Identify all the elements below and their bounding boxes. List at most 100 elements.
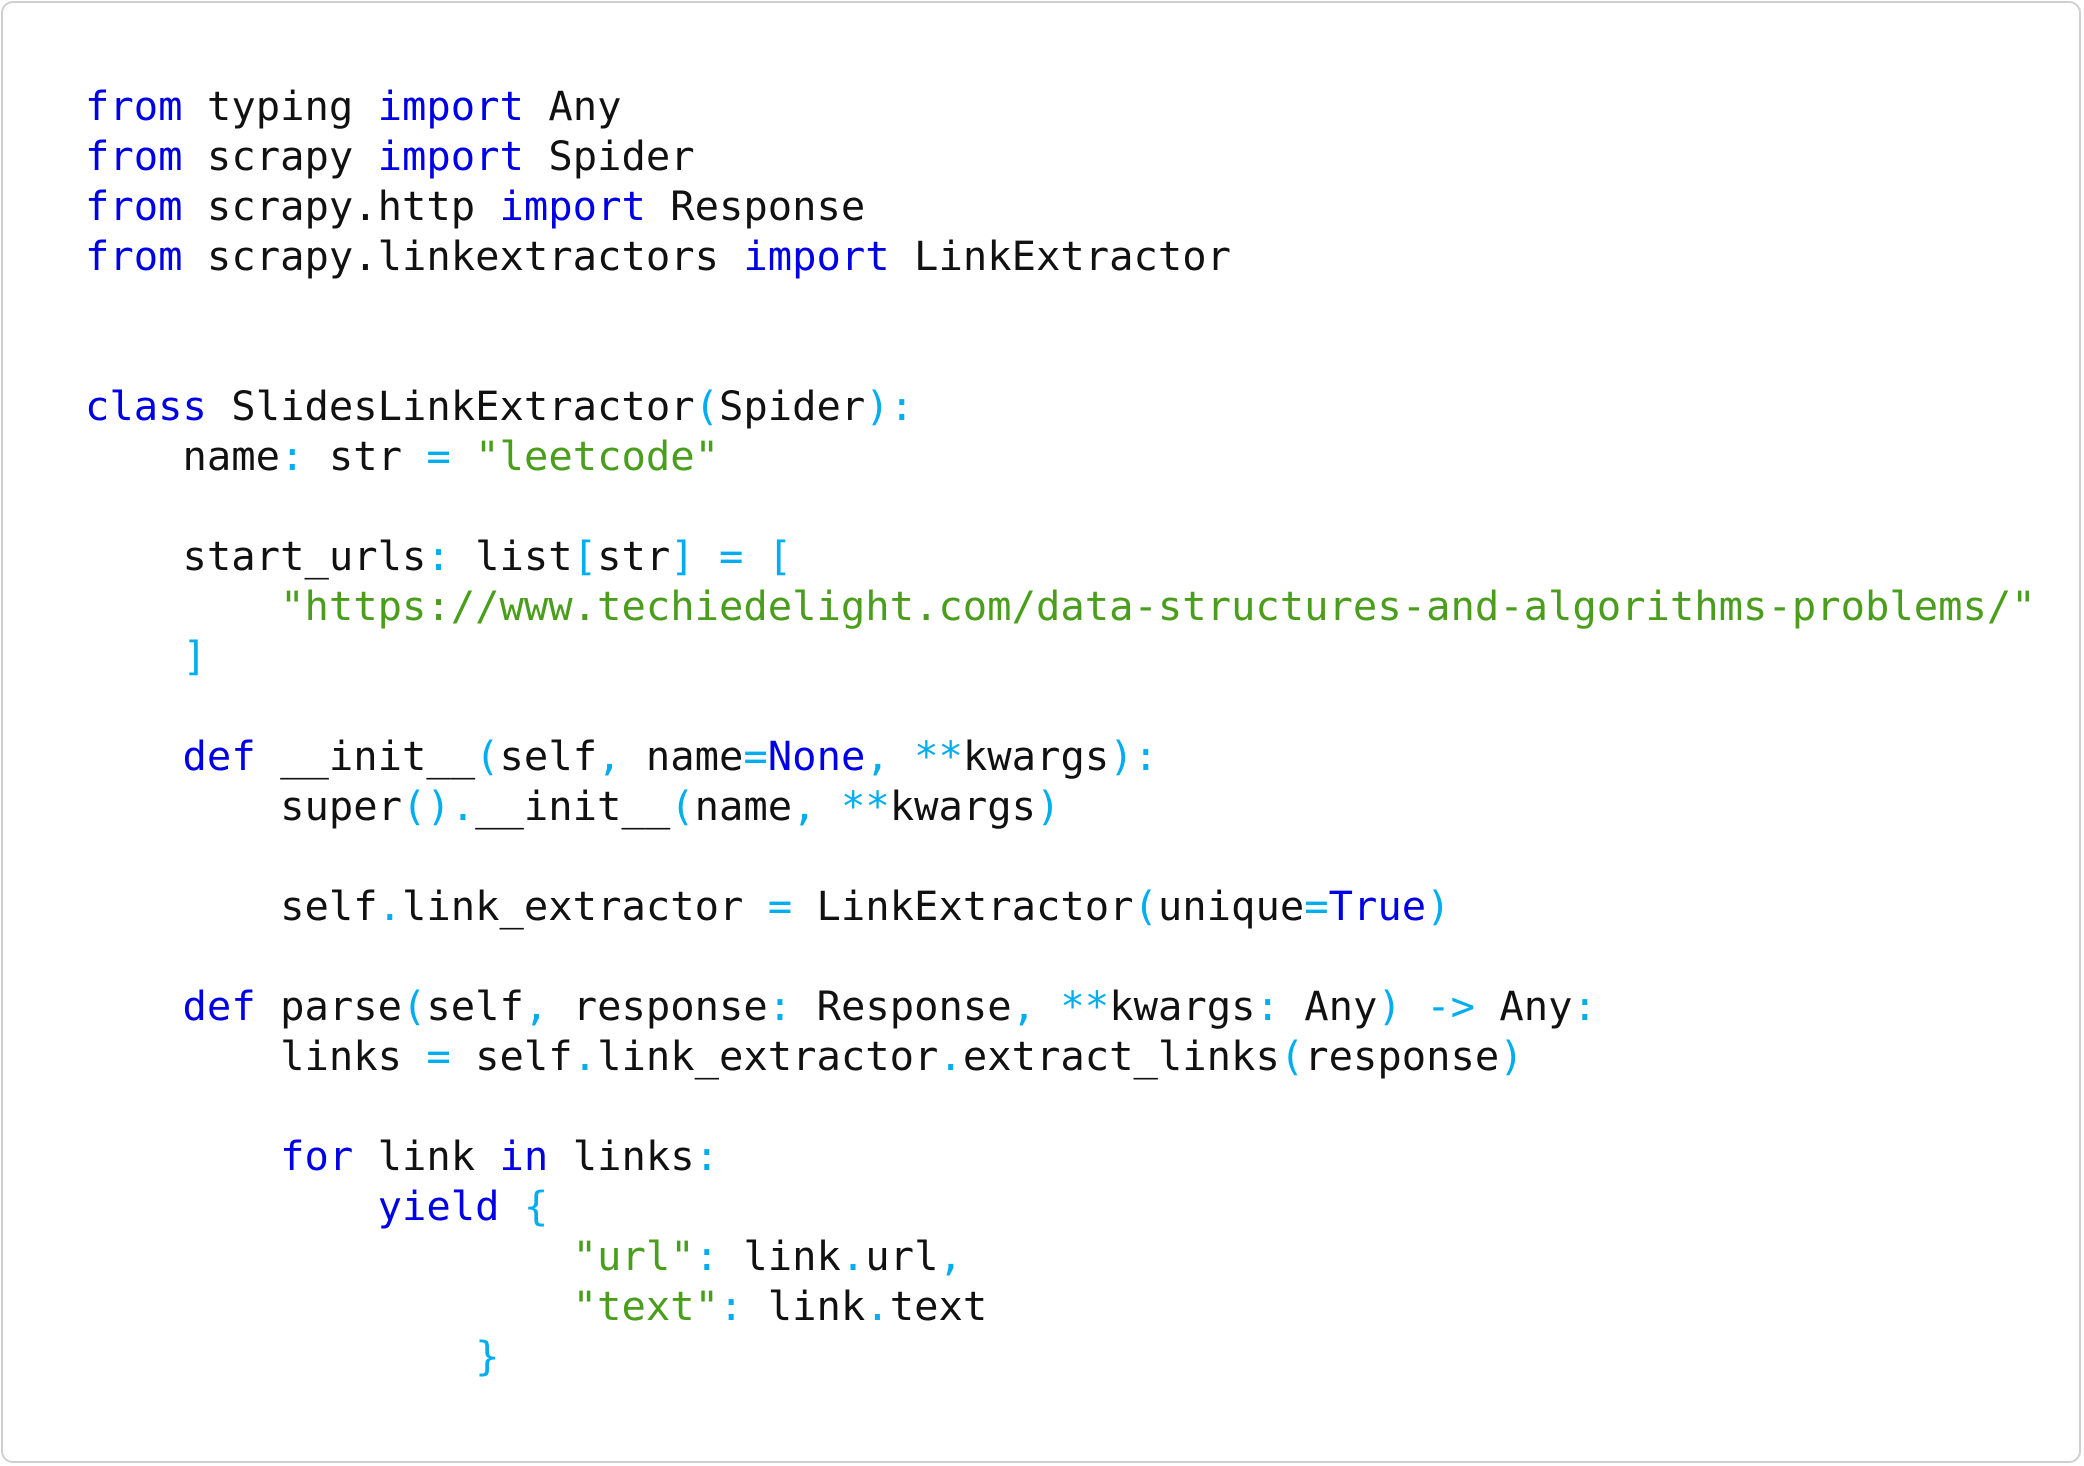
code-token: def xyxy=(182,982,256,1030)
code-line: start_urls: list[str] = [ xyxy=(85,531,2036,581)
code-line: ​ xyxy=(85,681,2036,731)
code-token: ): xyxy=(1109,732,1158,780)
code-token: list xyxy=(450,532,573,580)
code-token: url xyxy=(865,1232,939,1280)
code-token: yield xyxy=(377,1182,500,1230)
code-token: ): xyxy=(865,382,915,430)
code-token: scrapy.http xyxy=(182,182,500,230)
code-token: . xyxy=(865,1282,890,1330)
code-token: ** xyxy=(1060,982,1110,1030)
code-line: class SlidesLinkExtractor(Spider): xyxy=(85,381,2036,431)
code-token: Any xyxy=(1475,982,1573,1030)
code-line: ​ xyxy=(85,331,2036,381)
code-token: = xyxy=(426,1032,451,1080)
code-token: from xyxy=(85,132,183,180)
code-token: { xyxy=(523,1182,549,1230)
code-line: name: str = "leetcode" xyxy=(85,431,2036,481)
code-token: SlidesLinkExtractor xyxy=(206,382,695,430)
code-token: links xyxy=(85,1032,427,1080)
code-token: __init__ xyxy=(255,732,476,780)
code-line: links = self.link_extractor.extract_link… xyxy=(85,1031,2036,1081)
code-token: : xyxy=(718,1282,744,1330)
code-token: scrapy.linkextractors xyxy=(182,232,744,280)
code-token: : xyxy=(694,1232,719,1280)
code-line: super().__init__(name, **kwargs) xyxy=(85,781,2036,831)
code-line: "text": link.text xyxy=(85,1281,2036,1331)
code-token: from xyxy=(85,182,183,230)
code-token: def xyxy=(182,732,256,780)
code-line: ] xyxy=(85,631,2036,681)
code-line: ​ xyxy=(85,281,2036,331)
code-token: kwargs xyxy=(962,732,1110,780)
code-token: "https://www.techiedelight.com/data-stru… xyxy=(280,582,2036,630)
code-token: self xyxy=(85,882,378,930)
code-line: from typing import Any xyxy=(85,81,2036,131)
code-token: . xyxy=(938,1032,963,1080)
code-token: import xyxy=(499,182,646,230)
code-token: Spider xyxy=(523,132,695,180)
code-token: ) xyxy=(1426,882,1451,930)
code-token: , xyxy=(597,732,622,780)
code-token: "leetcode" xyxy=(475,432,720,480)
code-line: from scrapy import Spider xyxy=(85,131,2036,181)
code-token: parse xyxy=(255,982,403,1030)
code-line: self.link_extractor = LinkExtractor(uniq… xyxy=(85,881,2036,931)
code-line: ​ xyxy=(85,1081,2036,1131)
code-token: link_extractor xyxy=(402,882,768,930)
code-token: = xyxy=(426,432,451,480)
code-token: import xyxy=(743,232,890,280)
code-token: = xyxy=(767,882,793,930)
code-line: "https://www.techiedelight.com/data-stru… xyxy=(85,581,2036,631)
code-line: from scrapy.linkextractors import LinkEx… xyxy=(85,231,2036,281)
code-token: ** xyxy=(914,732,963,780)
code-line: yield { xyxy=(85,1181,2036,1231)
code-token: kwargs xyxy=(889,782,1037,830)
code-token: unique xyxy=(1157,882,1305,930)
code-token: class xyxy=(85,382,207,430)
code-line: ​ xyxy=(85,931,2036,981)
code-card: from typing import Any from scrapy import… xyxy=(1,1,2081,1463)
code-token: [ xyxy=(767,532,793,580)
code-token: Any xyxy=(1279,982,1378,1030)
code-line: ​ xyxy=(85,831,2036,881)
code-token: self xyxy=(426,982,524,1030)
code-token: in xyxy=(499,1132,549,1180)
code-token: ( xyxy=(694,382,719,430)
code-token: , xyxy=(1011,982,1037,1030)
code-token: text xyxy=(889,1282,988,1330)
code-token: ) xyxy=(1499,1032,1524,1080)
code-line: ​ xyxy=(85,481,2036,531)
code-token: link_extractor xyxy=(597,1032,939,1080)
code-token: typing xyxy=(182,82,378,130)
code-token: ( xyxy=(402,982,427,1030)
code-token: str xyxy=(304,432,427,480)
code-token: response xyxy=(548,982,768,1030)
code-token: , xyxy=(938,1232,963,1280)
code-token: import xyxy=(377,132,524,180)
code-token: ] xyxy=(670,532,695,580)
code-token: Spider xyxy=(718,382,866,430)
code-token: . xyxy=(377,882,402,930)
code-line: "url": link.url, xyxy=(85,1231,2036,1281)
code-token: LinkExtractor xyxy=(792,882,1134,930)
code-token: ] xyxy=(182,632,207,680)
code-token: , xyxy=(523,982,549,1030)
code-token: = xyxy=(743,732,768,780)
code-token: : xyxy=(767,982,793,1030)
code-token: extract_links xyxy=(962,1032,1280,1080)
code-token: link xyxy=(743,1282,866,1330)
code-token: links xyxy=(548,1132,695,1180)
code-token: ** xyxy=(840,782,890,830)
code-token: self xyxy=(450,1032,573,1080)
code-token: start_urls xyxy=(85,532,427,580)
code-token: "text" xyxy=(572,1282,719,1330)
